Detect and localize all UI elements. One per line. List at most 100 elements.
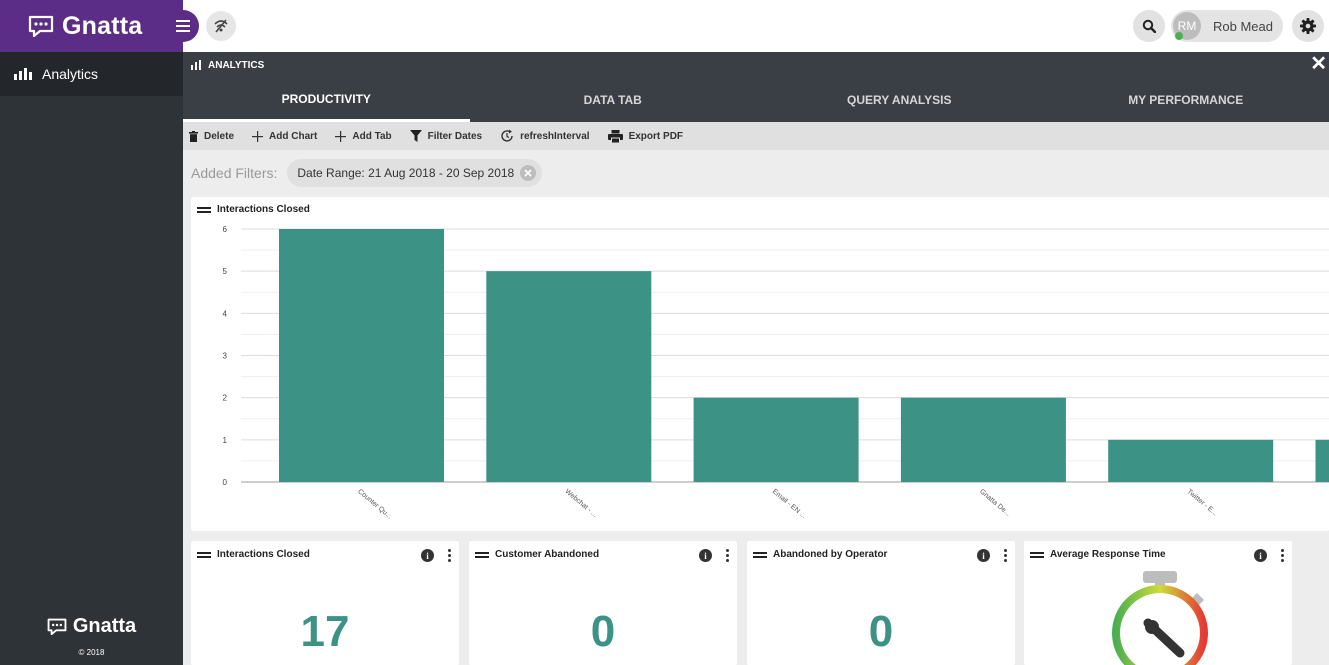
chat-logo-icon [28,15,54,37]
printer-icon [607,129,623,143]
y-tick-label: 0 [223,478,228,487]
more-options-icon[interactable] [448,547,451,564]
add-tab-button[interactable]: Add Tab [335,130,392,142]
y-tick-label: 5 [223,267,228,276]
bar-chart: 0 1 2 3 4 5 6 Counter Qu... Webchat - ... Email -… [223,225,1329,521]
info-icon[interactable]: i [1254,549,1267,562]
trash-icon [189,130,198,142]
delete-label: Delete [204,130,235,142]
widget-header: Average Response Time [1030,549,1166,560]
user-menu[interactable]: RM Rob Mead [1171,10,1283,42]
export-pdf-label: Export PDF [628,130,684,142]
drag-handle-icon[interactable] [197,550,211,560]
widget-title: Abandoned by Operator [773,549,888,560]
refresh-interval-button[interactable]: refreshInterval [500,129,590,143]
plus-icon [335,130,347,142]
close-icon[interactable]: ✕ [1310,54,1327,74]
average-response-time-widget: Average Response Time i [1024,541,1292,665]
tab-data[interactable]: DATA TAB [470,78,757,122]
date-range-filter-chip[interactable]: Date Range: 21 Aug 2018 - 20 Sep 2018 [287,159,543,187]
panel-header: ANALYTICS ✕ [183,52,1329,78]
abandoned-by-operator-widget: Abandoned by Operator i 0 [747,541,1015,665]
x-tick-label: Gnatta De... [978,488,1011,518]
footer-logo: Gnatta [0,615,183,638]
add-chart-button[interactable]: Add Chart [252,130,318,142]
y-tick-label: 3 [223,352,228,361]
filter-icon [409,130,422,142]
widget-value: 0 [868,607,894,656]
stopwatch-gauge-icon [1112,571,1208,665]
widget-actions: i [699,547,729,564]
copyright-text: © 2018 [78,648,105,657]
status-toggle-button[interactable] [206,11,236,41]
delete-button[interactable]: Delete [189,130,235,142]
info-icon[interactable]: i [421,549,434,562]
filter-dates-label: Filter Dates [427,130,483,142]
plus-icon [252,130,264,142]
bar [900,397,1066,482]
add-tab-label: Add Tab [352,130,392,142]
widget-actions: i [421,547,451,564]
widget-header: Customer Abandoned [475,549,599,560]
gear-icon [1300,18,1316,34]
drag-handle-icon[interactable] [753,550,767,560]
settings-button[interactable] [1292,10,1324,42]
more-options-icon[interactable] [726,547,729,564]
user-name: Rob Mead [1213,18,1273,34]
x-tick-label: Webchat - ... [564,488,599,519]
widget-value: 0 [590,607,616,656]
footer-brand-name: Gnatta [72,615,137,637]
add-chart-label: Add Chart [269,130,318,142]
tab-query-analysis[interactable]: QUERY ANALYSIS [756,78,1043,122]
sidebar-footer: Gnatta © 2018 [0,615,183,657]
signal-off-icon [214,19,228,33]
bar [1315,439,1329,482]
bar [486,271,652,482]
avatar-initials: RM [1177,19,1197,33]
bar-chart-icon [191,60,201,70]
widget-actions: i [977,547,1007,564]
brand-name: Gnatta [62,11,143,40]
tab-productivity[interactable]: PRODUCTIVITY [183,78,470,122]
widget-value: 17 [300,607,350,656]
widget-title: Average Response Time [1050,549,1166,560]
chat-logo-icon [47,618,67,635]
widget-title: Customer Abandoned [495,549,600,560]
menu-toggle-button[interactable] [167,10,199,42]
sidebar-item-analytics[interactable]: Analytics [0,52,183,96]
widget-title: Interactions Closed [217,549,310,560]
drag-handle-icon[interactable] [197,205,211,215]
filter-chip-label: Date Range: 21 Aug 2018 - 20 Sep 2018 [297,166,515,180]
widget-header: Abandoned by Operator [753,549,887,560]
info-icon[interactable]: i [977,549,990,562]
tab-my-performance[interactable]: MY PERFORMANCE [1043,78,1329,122]
sidebar-item-label: Analytics [42,66,99,82]
more-options-icon[interactable] [1004,547,1007,564]
hamburger-icon [176,20,190,32]
bar [1108,439,1274,482]
remove-filter-icon[interactable] [520,165,537,181]
export-pdf-button[interactable]: Export PDF [607,129,684,143]
filter-dates-button[interactable]: Filter Dates [409,130,483,142]
more-options-icon[interactable] [1281,547,1284,564]
refresh-clock-icon [501,129,513,142]
avatar: RM [1173,12,1201,40]
widget-header: Interactions Closed [197,549,310,560]
interactions-closed-chart-card: 0 1 2 3 4 5 6 Counter Qu... Webchat - ... Email -… [191,197,1329,531]
top-bar: Gnatta RM Rob Mead [0,0,1329,52]
info-icon[interactable]: i [699,549,712,562]
x-tick-label: Email - EN ... [771,488,807,520]
panel-title: ANALYTICS [208,59,265,71]
y-tick-label: 4 [223,309,228,318]
customer-abandoned-widget: Customer Abandoned i 0 [469,541,737,665]
presence-indicator [1175,32,1183,40]
search-icon [1142,19,1156,33]
brand-header[interactable]: Gnatta [0,0,183,52]
interactions-closed-widget: Interactions Closed i 17 [191,541,459,665]
drag-handle-icon[interactable] [1030,550,1044,560]
bar-chart-icon [14,68,32,80]
bar [693,397,859,482]
drag-handle-icon[interactable] [475,550,489,560]
x-tick-label: Twitter - E... [1185,488,1218,517]
search-button[interactable] [1133,10,1165,42]
